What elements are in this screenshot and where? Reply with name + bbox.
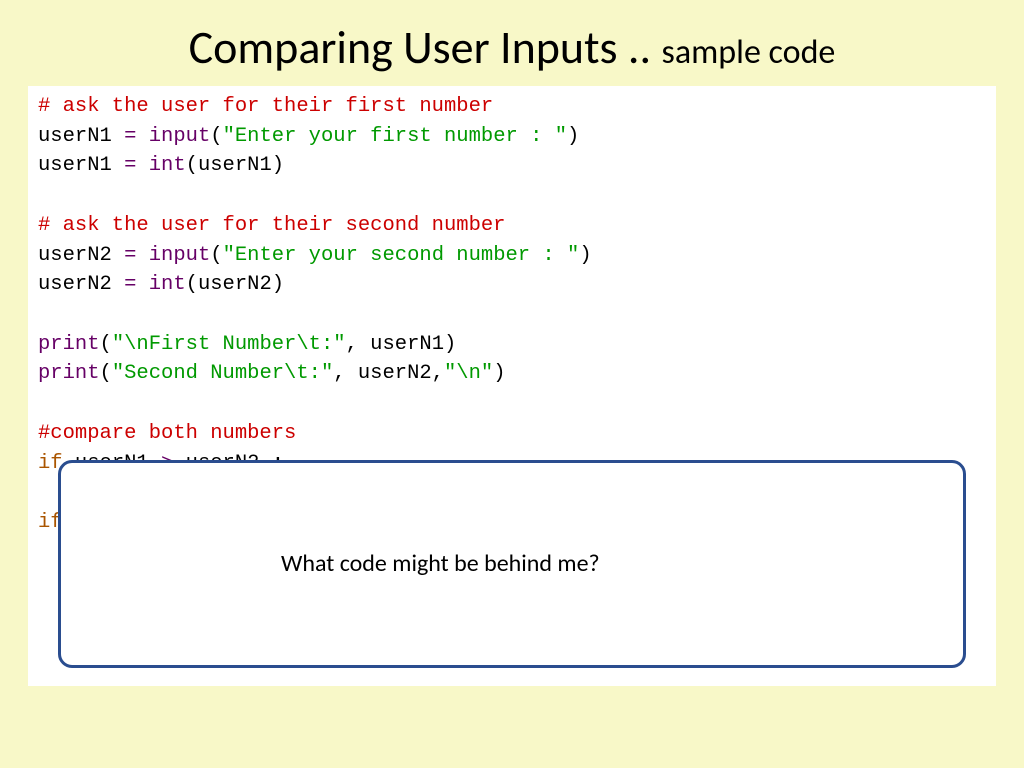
code-text: ): [567, 125, 579, 148]
code-op: =: [124, 125, 149, 148]
code-text: ): [493, 362, 505, 385]
code-func: int: [149, 154, 186, 177]
code-text: (: [100, 333, 112, 356]
code-text: (: [100, 362, 112, 385]
callout-text: What code might be behind me?: [81, 547, 943, 582]
code-op: =: [124, 273, 149, 296]
title-main: Comparing User Inputs ..: [189, 20, 662, 76]
code-text: (: [210, 244, 222, 267]
code-comment: # ask the user for their second number: [38, 214, 505, 237]
code-string: "Second Number\t:": [112, 362, 333, 385]
code-string: "\nFirst Number\t:": [112, 333, 346, 356]
code-text: (userN2): [186, 273, 284, 296]
code-func: print: [38, 362, 100, 385]
code-comment: #compare both numbers: [38, 422, 296, 445]
code-text: userN2: [38, 244, 124, 267]
title-sub: sample code: [662, 32, 836, 73]
code-string: "Enter your second number : ": [223, 244, 580, 267]
code-comment: # ask the user for their first number: [38, 95, 493, 118]
code-text: , userN1): [346, 333, 457, 356]
code-func: input: [149, 244, 211, 267]
code-text: (: [210, 125, 222, 148]
callout-box: What code might be behind me?: [58, 460, 966, 668]
code-text: userN1: [38, 154, 124, 177]
slide: Comparing User Inputs .. sample code # a…: [0, 0, 1024, 768]
code-func: int: [149, 273, 186, 296]
code-string: "Enter your first number : ": [223, 125, 567, 148]
code-op: =: [124, 244, 149, 267]
code-text: (userN1): [186, 154, 284, 177]
code-text: ): [579, 244, 591, 267]
code-text: userN1: [38, 125, 124, 148]
code-string: "\n": [444, 362, 493, 385]
code-func: input: [149, 125, 211, 148]
code-func: print: [38, 333, 100, 356]
code-text: , userN2,: [333, 362, 444, 385]
slide-title: Comparing User Inputs .. sample code: [0, 0, 1024, 86]
code-op: =: [124, 154, 149, 177]
code-text: userN2: [38, 273, 124, 296]
code-block: # ask the user for their first number us…: [28, 86, 996, 686]
